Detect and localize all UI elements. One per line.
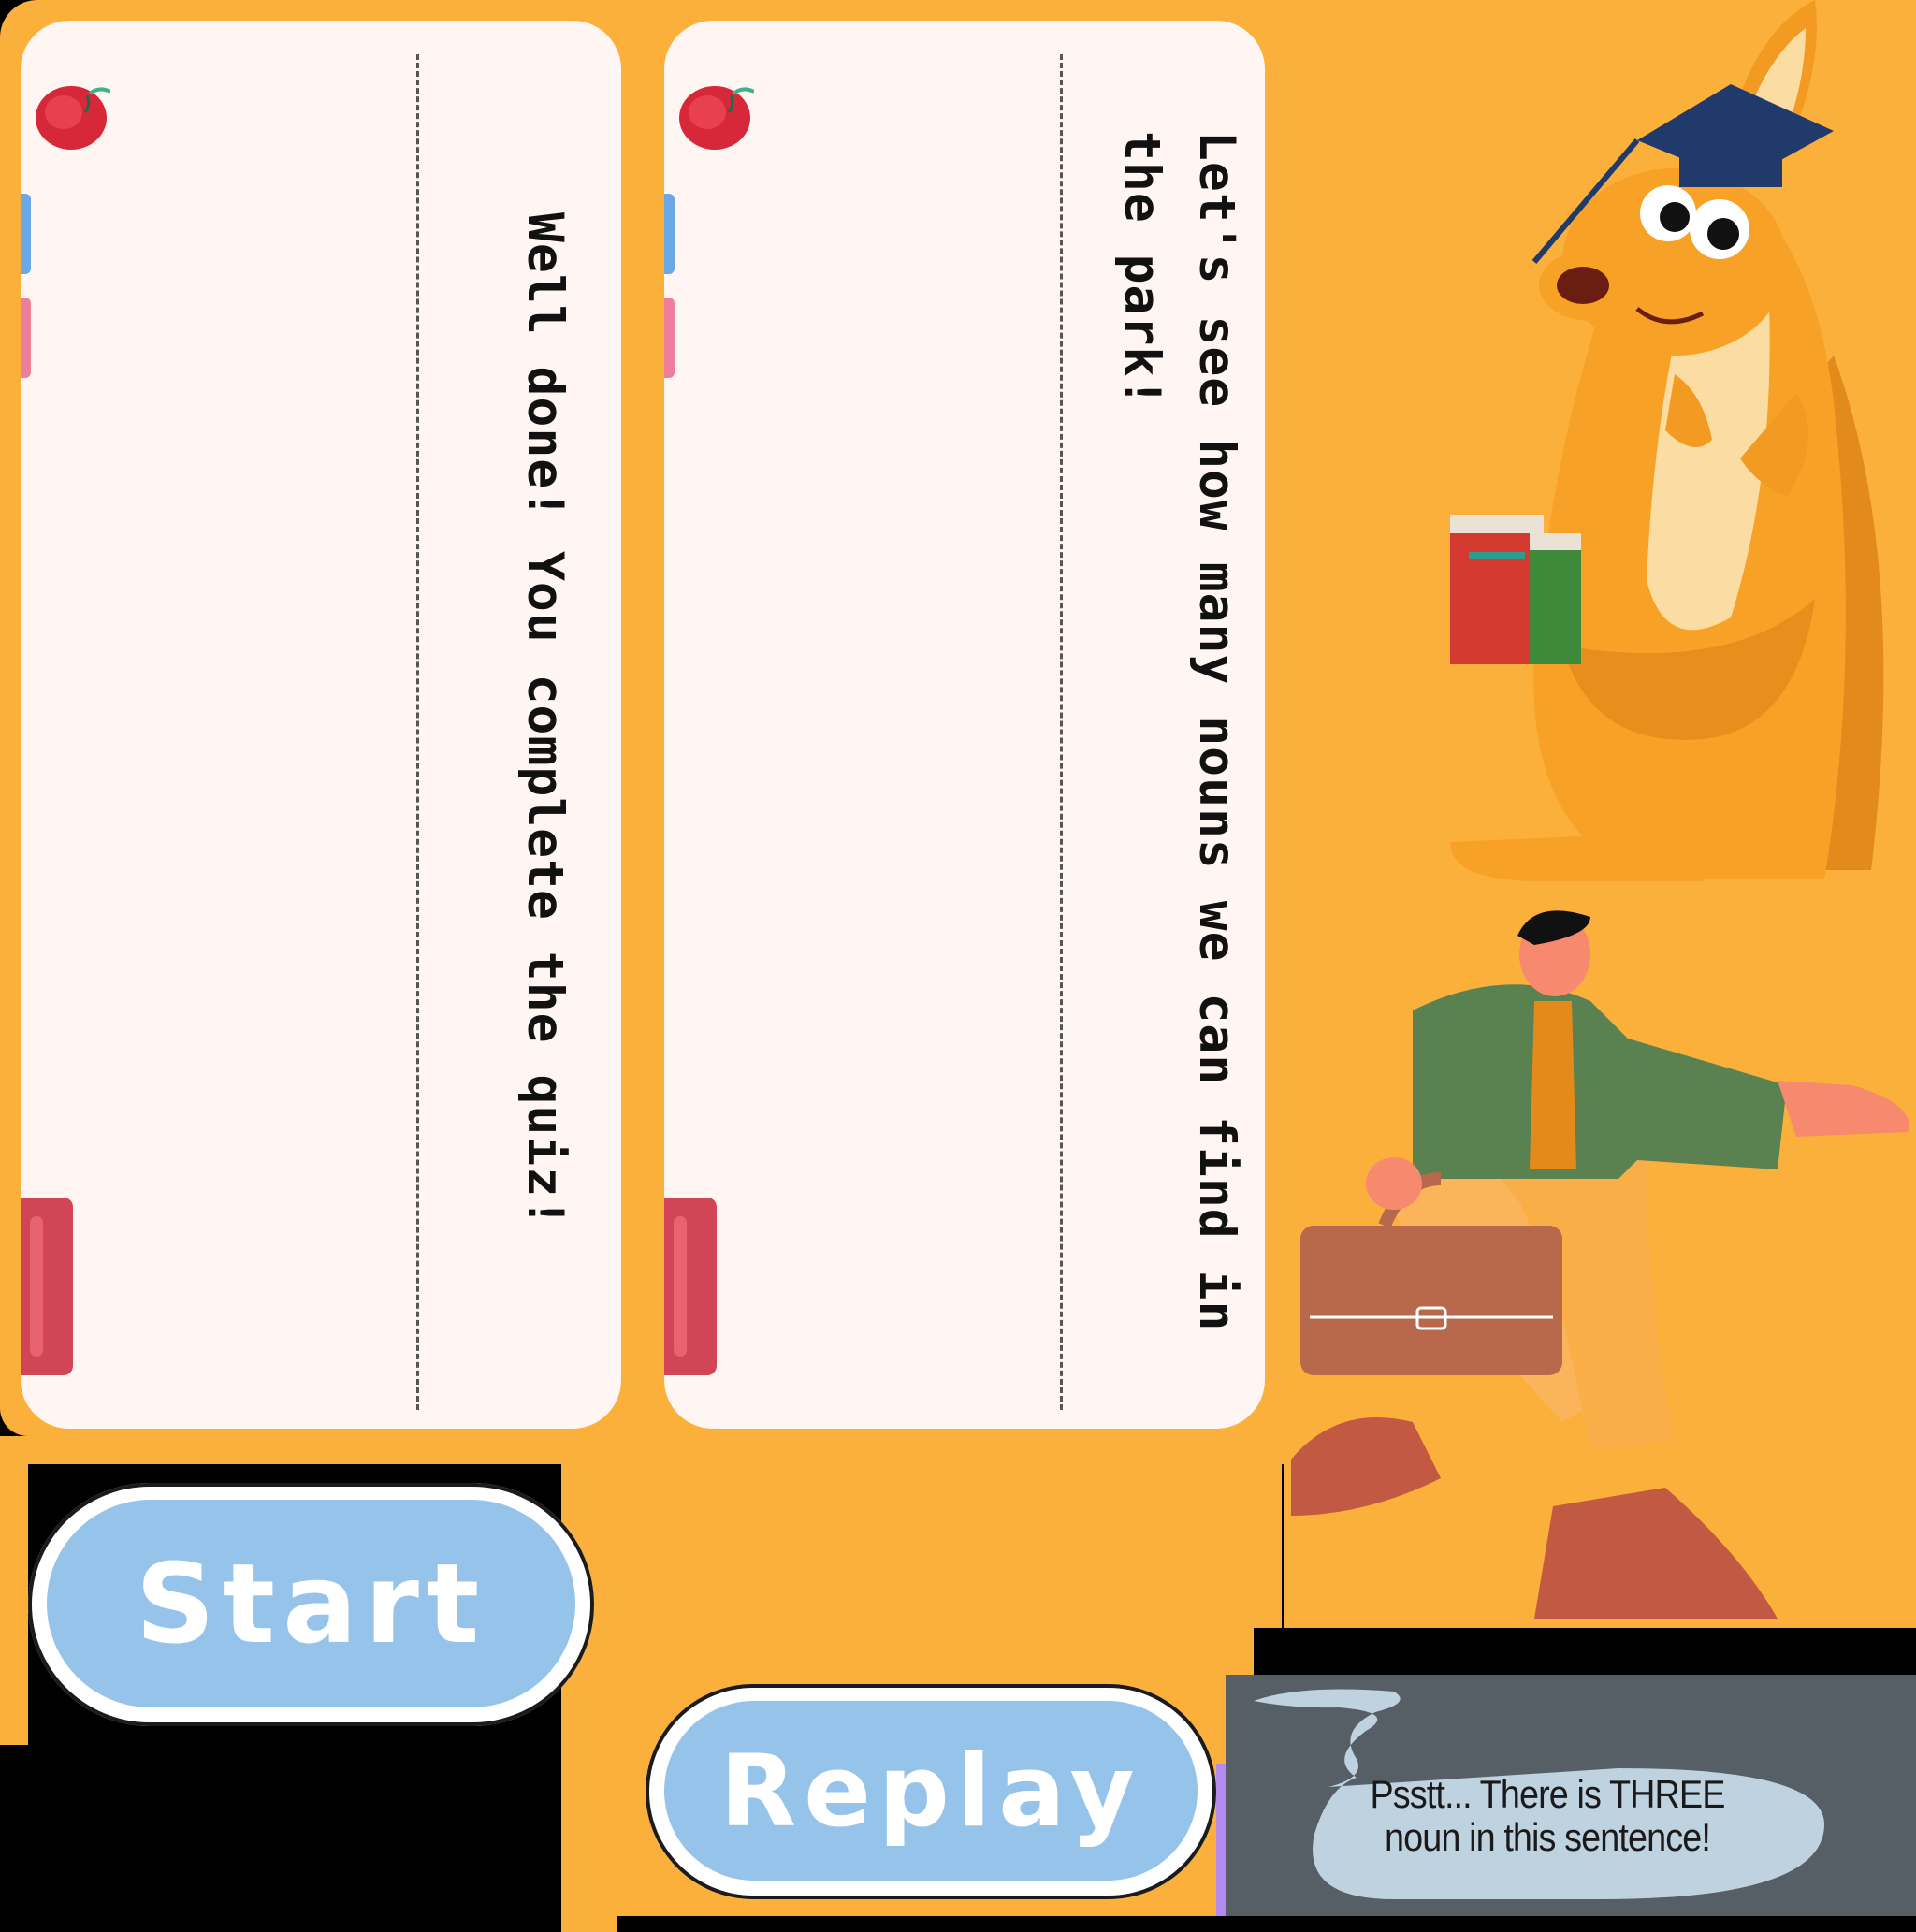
note-card-done: Well done! You complete the quiz! xyxy=(21,21,621,1429)
apple-icon xyxy=(36,86,110,150)
card-message: Well done! You complete the quiz! xyxy=(516,212,573,1228)
book-spine-icon xyxy=(21,1198,73,1375)
pink-tab xyxy=(664,298,675,378)
start-button-frame: Start xyxy=(28,1483,594,1726)
book-spine-icon xyxy=(664,1198,717,1375)
replay-button[interactable]: Replay xyxy=(664,1701,1198,1881)
dashed-divider xyxy=(1060,54,1063,1410)
background-panel-start xyxy=(0,1464,28,1745)
dashed-divider xyxy=(416,54,419,1410)
kangaroo-mascot xyxy=(1450,0,1884,881)
card-message: Let's see how many nouns we can find in … xyxy=(1113,131,1245,1332)
replay-button-frame: Replay xyxy=(646,1684,1216,1899)
pink-tab xyxy=(21,298,31,378)
hint-line-2: noun in this sentence! xyxy=(1385,1815,1711,1859)
teacher-illustration xyxy=(1291,910,1909,1619)
blue-tab xyxy=(664,194,675,274)
hint-message: Psstt... There is THREE noun in this sen… xyxy=(1328,1773,1766,1859)
hint-line-1: Psstt... There is THREE xyxy=(1370,1772,1725,1816)
note-card-intro: Let's see how many nouns we can find in … xyxy=(664,21,1265,1429)
blue-tab xyxy=(21,194,31,274)
start-button[interactable]: Start xyxy=(47,1500,575,1707)
background-panel-center xyxy=(599,1436,1282,1628)
apple-icon xyxy=(679,86,754,150)
